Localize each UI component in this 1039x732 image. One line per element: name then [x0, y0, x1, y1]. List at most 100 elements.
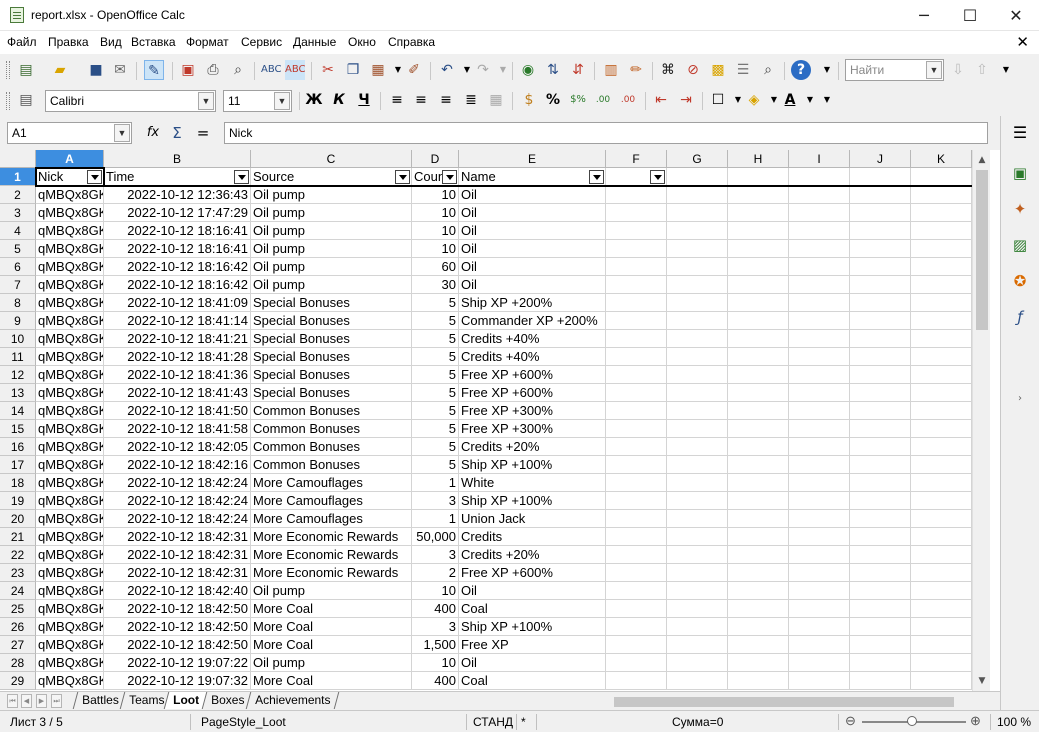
find-next-icon[interactable]: ⇩ [948, 60, 968, 80]
name-box-dropdown-icon[interactable]: ▼ [114, 124, 130, 142]
table-cell[interactable]: 2022-10-12 18:16:41 [104, 222, 251, 240]
menu-insert[interactable]: Вставка [131, 35, 176, 49]
merge-cells-icon[interactable]: ▦ [486, 90, 506, 110]
function-wizard-button[interactable]: fx [143, 123, 163, 143]
table-cell[interactable] [850, 222, 911, 240]
sidebar-functions-icon[interactable]: ƒ [1009, 306, 1031, 328]
table-cell[interactable] [789, 402, 850, 420]
table-cell[interactable]: More Coal [251, 618, 412, 636]
table-cell[interactable]: 30 [412, 276, 459, 294]
table-cell[interactable] [606, 258, 667, 276]
table-cell[interactable] [911, 276, 972, 294]
table-cell[interactable]: 2022-10-12 18:41:21 [104, 330, 251, 348]
table-cell[interactable] [789, 600, 850, 618]
table-cell[interactable]: 400 [412, 600, 459, 618]
table-cell[interactable]: Ship XP +100% [459, 618, 606, 636]
autospellcheck-icon[interactable]: ABC [285, 60, 306, 80]
table-cell[interactable] [789, 240, 850, 258]
table-cell[interactable] [789, 582, 850, 600]
increase-indent-icon[interactable]: ⇥ [676, 90, 696, 110]
table-cell[interactable] [911, 294, 972, 312]
table-cell[interactable]: 3 [412, 492, 459, 510]
table-cell[interactable]: 50,000 [412, 528, 459, 546]
vertical-scroll-thumb[interactable] [976, 170, 988, 330]
table-cell[interactable]: 5 [412, 384, 459, 402]
table-cell[interactable]: Oil pump [251, 186, 412, 204]
table-cell[interactable]: Credits +40% [459, 348, 606, 366]
background-color-icon[interactable]: ◈ [744, 90, 764, 110]
table-cell[interactable]: 2022-10-12 18:16:41 [104, 240, 251, 258]
redo-icon[interactable]: ↷ [473, 60, 493, 80]
row-header[interactable]: 3 [0, 204, 36, 222]
table-cell[interactable] [667, 600, 728, 618]
table-cell[interactable] [789, 492, 850, 510]
table-cell[interactable] [606, 276, 667, 294]
font-size-combo[interactable]: 11 ▼ [223, 90, 292, 112]
table-cell[interactable] [789, 258, 850, 276]
toolbar-grip-icon[interactable] [6, 61, 10, 79]
table-cell[interactable]: 2022-10-12 18:42:40 [104, 582, 251, 600]
table-cell[interactable] [606, 474, 667, 492]
table-cell[interactable]: Oil pump [251, 582, 412, 600]
spreadsheet-grid[interactable]: A B C D E F G H I J K 1 Nick Time Source Count Name 2 qMBQ… [0, 150, 990, 691]
table-cell[interactable] [911, 312, 972, 330]
row-header[interactable]: 10 [0, 330, 36, 348]
table-cell[interactable] [850, 186, 911, 204]
table-cell[interactable]: 3 [412, 618, 459, 636]
page-style[interactable]: PageStyle_Loot [201, 715, 286, 729]
table-cell[interactable] [850, 294, 911, 312]
table-cell[interactable] [728, 474, 789, 492]
table-cell[interactable]: Free XP +300% [459, 420, 606, 438]
table-cell[interactable] [667, 438, 728, 456]
insert-mode[interactable]: СТАНД [473, 715, 513, 729]
column-header-c[interactable]: C [251, 150, 412, 168]
table-cell[interactable] [911, 636, 972, 654]
table-cell[interactable] [911, 510, 972, 528]
autofilter-dropdown-icon[interactable] [589, 170, 604, 184]
table-cell[interactable]: qMBQx8GKUI [36, 528, 104, 546]
table-cell[interactable] [606, 492, 667, 510]
autofilter-dropdown-icon[interactable] [87, 170, 102, 184]
menu-view[interactable]: Вид [100, 35, 122, 49]
table-cell[interactable]: Ship XP +200% [459, 294, 606, 312]
bold-button[interactable]: Ж [304, 90, 324, 110]
column-header-f[interactable]: F [606, 150, 667, 168]
table-cell[interactable]: Common Bonuses [251, 402, 412, 420]
table-cell[interactable]: 2 [412, 564, 459, 582]
table-cell[interactable]: qMBQx8GKUI [36, 474, 104, 492]
row-header[interactable]: 22 [0, 546, 36, 564]
table-cell[interactable] [606, 186, 667, 204]
find-replace-icon[interactable]: ⌘ [658, 60, 678, 80]
redo-dropdown-icon[interactable]: ▼ [493, 60, 513, 80]
table-cell[interactable]: Credits [459, 528, 606, 546]
table-cell[interactable] [911, 420, 972, 438]
email-icon[interactable]: ✉ [110, 60, 130, 80]
table-cell[interactable] [789, 438, 850, 456]
last-sheet-icon[interactable]: ⏭ [51, 694, 62, 708]
row-header[interactable]: 28 [0, 654, 36, 672]
find-previous-icon[interactable]: ⇧ [972, 60, 992, 80]
table-cell[interactable] [789, 528, 850, 546]
table-cell[interactable]: 2022-10-12 18:42:24 [104, 474, 251, 492]
table-cell[interactable] [789, 312, 850, 330]
table-cell[interactable] [911, 366, 972, 384]
table-cell[interactable]: 5 [412, 312, 459, 330]
column-header-k[interactable]: K [911, 150, 972, 168]
underline-button[interactable]: Ч [354, 90, 374, 110]
table-cell[interactable]: Ship XP +100% [459, 492, 606, 510]
row-header[interactable]: 12 [0, 366, 36, 384]
table-cell[interactable] [667, 672, 728, 690]
table-cell[interactable] [850, 546, 911, 564]
table-cell[interactable]: More Coal [251, 600, 412, 618]
hyperlink-icon[interactable]: ◉ [518, 60, 538, 80]
first-sheet-icon[interactable]: ⏮ [7, 694, 18, 708]
menu-tools[interactable]: Сервис [241, 35, 282, 49]
column-header-i[interactable]: I [789, 150, 850, 168]
table-cell[interactable]: 10 [412, 654, 459, 672]
table-cell[interactable] [606, 240, 667, 258]
table-cell[interactable] [667, 618, 728, 636]
scroll-up-icon[interactable]: ▲ [973, 152, 991, 168]
table-cell[interactable]: 10 [412, 582, 459, 600]
table-cell[interactable]: qMBQx8GKUI [36, 582, 104, 600]
menu-file[interactable]: Файл [7, 35, 37, 49]
